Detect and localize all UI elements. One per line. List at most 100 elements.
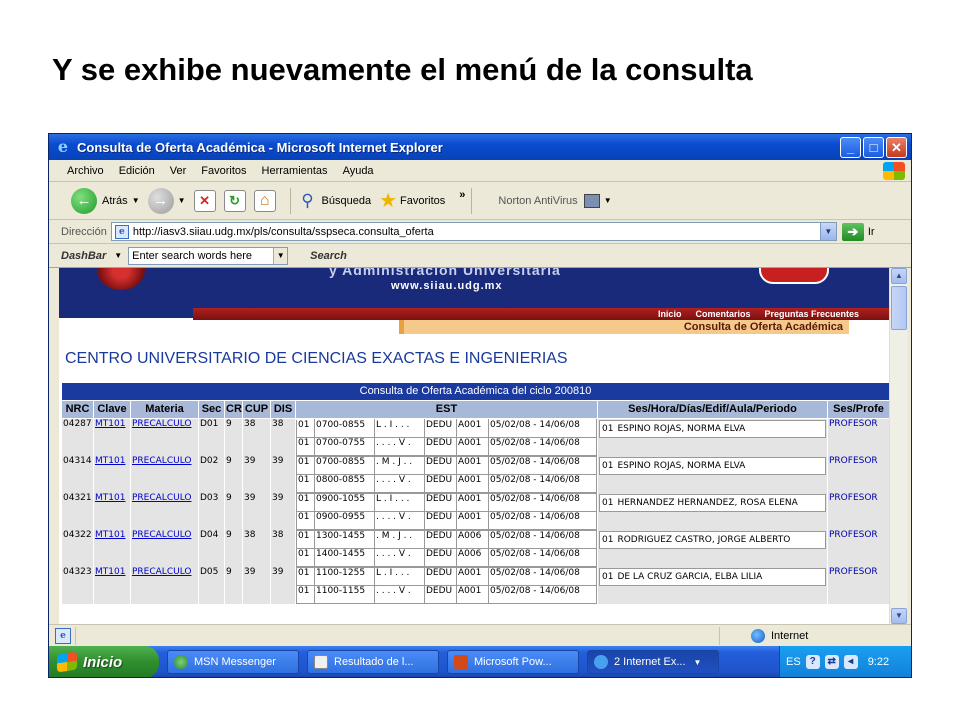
dashbar-search-button[interactable]: Search (310, 250, 347, 262)
close-button[interactable]: ✕ (886, 137, 907, 158)
cell-clave[interactable]: MT101 (93, 417, 131, 456)
ie-icon: e (57, 137, 69, 156)
cell-profesor-tipo: PROFESOR (826, 455, 889, 493)
clock[interactable]: 9:22 (868, 656, 889, 668)
refresh-button[interactable]: ↻ (223, 189, 246, 212)
schedule-edif: DEDU (424, 492, 457, 512)
cell-clave[interactable]: MT101 (93, 566, 131, 604)
address-dropdown-icon[interactable]: ▼ (819, 223, 836, 240)
page-subheader: Consulta de Oferta Académica (399, 320, 849, 334)
forward-arrow-icon: → (147, 187, 174, 214)
professor-ses: 01 (602, 571, 614, 582)
cell-materia[interactable]: PRECALCULO (130, 417, 199, 456)
schedule-periodo: 05/02/08 - 14/06/08 (488, 584, 597, 604)
schedule-periodo: 05/02/08 - 14/06/08 (488, 436, 597, 456)
cell-sesiones: 01 RODRIGUEZ CASTRO, JORGE ALBERTO (597, 529, 828, 567)
forward-dropdown-icon[interactable]: ▼ (178, 196, 186, 205)
schedule-aula: A001 (456, 436, 489, 456)
professor-ses: 01 (602, 423, 614, 434)
task-group-dropdown-icon[interactable]: ▼ (694, 658, 702, 667)
schedule-periodo: 05/02/08 - 14/06/08 (488, 455, 597, 475)
scroll-thumb[interactable] (891, 286, 907, 330)
volume-icon[interactable]: ◂ (843, 655, 858, 669)
menu-favoritos[interactable]: Favoritos (201, 165, 246, 177)
task-powerpoint[interactable]: Microsoft Pow... (447, 650, 579, 674)
vertical-scrollbar[interactable]: ▲ ▼ (889, 268, 907, 624)
university-seal-icon (97, 268, 145, 290)
cell-sesiones: 01 ESPINO ROJAS, NORMA ELVA (597, 455, 828, 493)
cell-sec: D05 (198, 566, 225, 604)
cell-materia[interactable]: PRECALCULO (130, 492, 199, 530)
cell-clave[interactable]: MT101 (93, 529, 131, 567)
status-cell (719, 626, 743, 645)
norton-dropdown-icon[interactable]: ▼ (604, 196, 612, 205)
professor-box: 01 ESPINO ROJAS, NORMA ELVA (599, 456, 826, 475)
maximize-button[interactable]: □ (863, 137, 884, 158)
favorites-button[interactable]: ★ Favoritos (379, 190, 445, 212)
dashbar-input-dropdown-icon[interactable]: ▼ (273, 247, 288, 264)
home-button[interactable]: ⌂ (253, 189, 276, 212)
cell-materia[interactable]: PRECALCULO (130, 566, 199, 604)
forward-button[interactable]: → ▼ (147, 187, 186, 214)
cell-materia[interactable]: PRECALCULO (130, 455, 199, 493)
window-titlebar[interactable]: e Consulta de Oferta Académica - Microso… (49, 134, 911, 160)
professor-ses: 01 (602, 497, 614, 508)
scroll-down-icon[interactable]: ▼ (891, 608, 907, 624)
dashbar-logo[interactable]: DashBar (61, 250, 106, 262)
nav-comentarios[interactable]: Comentarios (695, 309, 750, 319)
menu-edicion[interactable]: Edición (119, 165, 155, 177)
schedule-table: 01 0900-1055 L . I . . . DEDU A001 05/02/08 -… (296, 492, 597, 530)
toolbar-overflow-icon[interactable]: » (459, 189, 465, 201)
task-label: Resultado de l... (334, 656, 414, 668)
back-button[interactable]: ← Atrás ▼ (71, 187, 140, 214)
address-input[interactable]: e http://iasv3.siiau.udg.mx/pls/consulta… (110, 222, 837, 241)
nav-inicio[interactable]: Inicio (658, 309, 682, 319)
col-header-materia: Materia (130, 399, 199, 419)
network-icon[interactable]: ⇄ (824, 655, 839, 669)
site-nav: Inicio Comentarios Preguntas Frecuentes (193, 308, 889, 320)
cell-clave[interactable]: MT101 (93, 492, 131, 530)
banner-text: y Administración Universitaria (329, 268, 561, 278)
menu-herramientas[interactable]: Herramientas (262, 165, 328, 177)
professor-name: HERNANDEZ HERNANDEZ, ROSA ELENA (617, 497, 798, 508)
schedule-edif: DEDU (424, 510, 457, 530)
professor-name: RODRIGUEZ CASTRO, JORGE ALBERTO (617, 534, 791, 545)
cell-clave[interactable]: MT101 (93, 455, 131, 493)
col-header-profesor: Ses/Profe (826, 399, 889, 419)
nav-preguntas[interactable]: Preguntas Frecuentes (764, 309, 859, 319)
language-indicator[interactable]: ES (786, 656, 801, 668)
cell-materia[interactable]: PRECALCULO (130, 529, 199, 567)
cell-cr: 9 (224, 417, 243, 456)
go-arrow-icon[interactable]: ➔ (841, 222, 864, 241)
go-button[interactable]: Ir (868, 226, 875, 238)
dashbar-search-input[interactable]: Enter search words here ▼ (128, 246, 289, 265)
menu-ver[interactable]: Ver (170, 165, 187, 177)
scroll-up-icon[interactable]: ▲ (891, 268, 907, 284)
schedule-periodo: 05/02/08 - 14/06/08 (488, 566, 597, 586)
cell-dis: 39 (270, 492, 296, 530)
schedule-dias: L . I . . . (374, 418, 425, 438)
schedule-table: 01 0700-0855. M . J . . DEDU A001 05/02/08 -… (296, 455, 597, 493)
task-label: Microsoft Pow... (474, 656, 552, 668)
task-resultado[interactable]: Resultado de l... (307, 650, 439, 674)
task-msn[interactable]: MSN Messenger (167, 650, 299, 674)
minimize-button[interactable]: _ (840, 137, 861, 158)
page-viewport: y Administración Universitaria www.siiau… (59, 268, 889, 624)
cell-dis: 38 (270, 417, 296, 456)
cell-sesiones: 01 HERNANDEZ HERNANDEZ, ROSA ELENA (597, 492, 828, 530)
back-dropdown-icon[interactable]: ▼ (132, 196, 140, 205)
help-icon[interactable]: ? (805, 655, 820, 669)
dashbar-dropdown-icon[interactable]: ▼ (114, 251, 122, 260)
menu-archivo[interactable]: Archivo (67, 165, 104, 177)
stop-button[interactable]: ✕ (193, 189, 216, 212)
start-button[interactable]: Inicio (49, 646, 159, 677)
task-internet-explorer[interactable]: 2 Internet Ex... ▼ (587, 650, 719, 674)
cell-profesor-tipo: PROFESOR (826, 492, 889, 530)
menu-ayuda[interactable]: Ayuda (343, 165, 374, 177)
table-row: 04314 MT101 PRECALCULO D02 9 39 39 01 0700-0855.… (61, 455, 889, 493)
schedule-ses: 01 (296, 436, 315, 456)
search-button[interactable]: ⚲ Búsqueda (297, 190, 371, 212)
schedule-hora: 0800-0855 (314, 473, 375, 493)
professor-ses: 01 (602, 460, 614, 471)
norton-icon[interactable] (583, 193, 600, 208)
